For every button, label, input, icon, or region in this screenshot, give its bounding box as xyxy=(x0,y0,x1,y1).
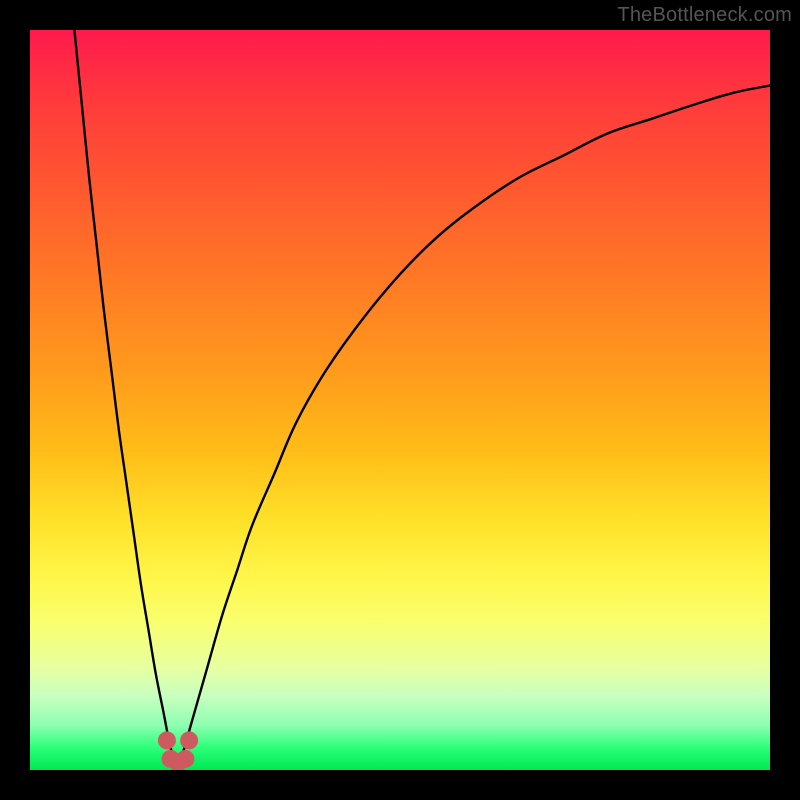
minimum-marker xyxy=(180,731,198,749)
minimum-markers xyxy=(158,731,198,770)
chart-frame: TheBottleneck.com xyxy=(0,0,800,800)
marker-layer xyxy=(30,30,770,770)
minimum-marker xyxy=(158,731,176,749)
watermark-text: TheBottleneck.com xyxy=(617,4,792,27)
plot-area xyxy=(30,30,770,770)
minimum-marker xyxy=(176,750,194,768)
